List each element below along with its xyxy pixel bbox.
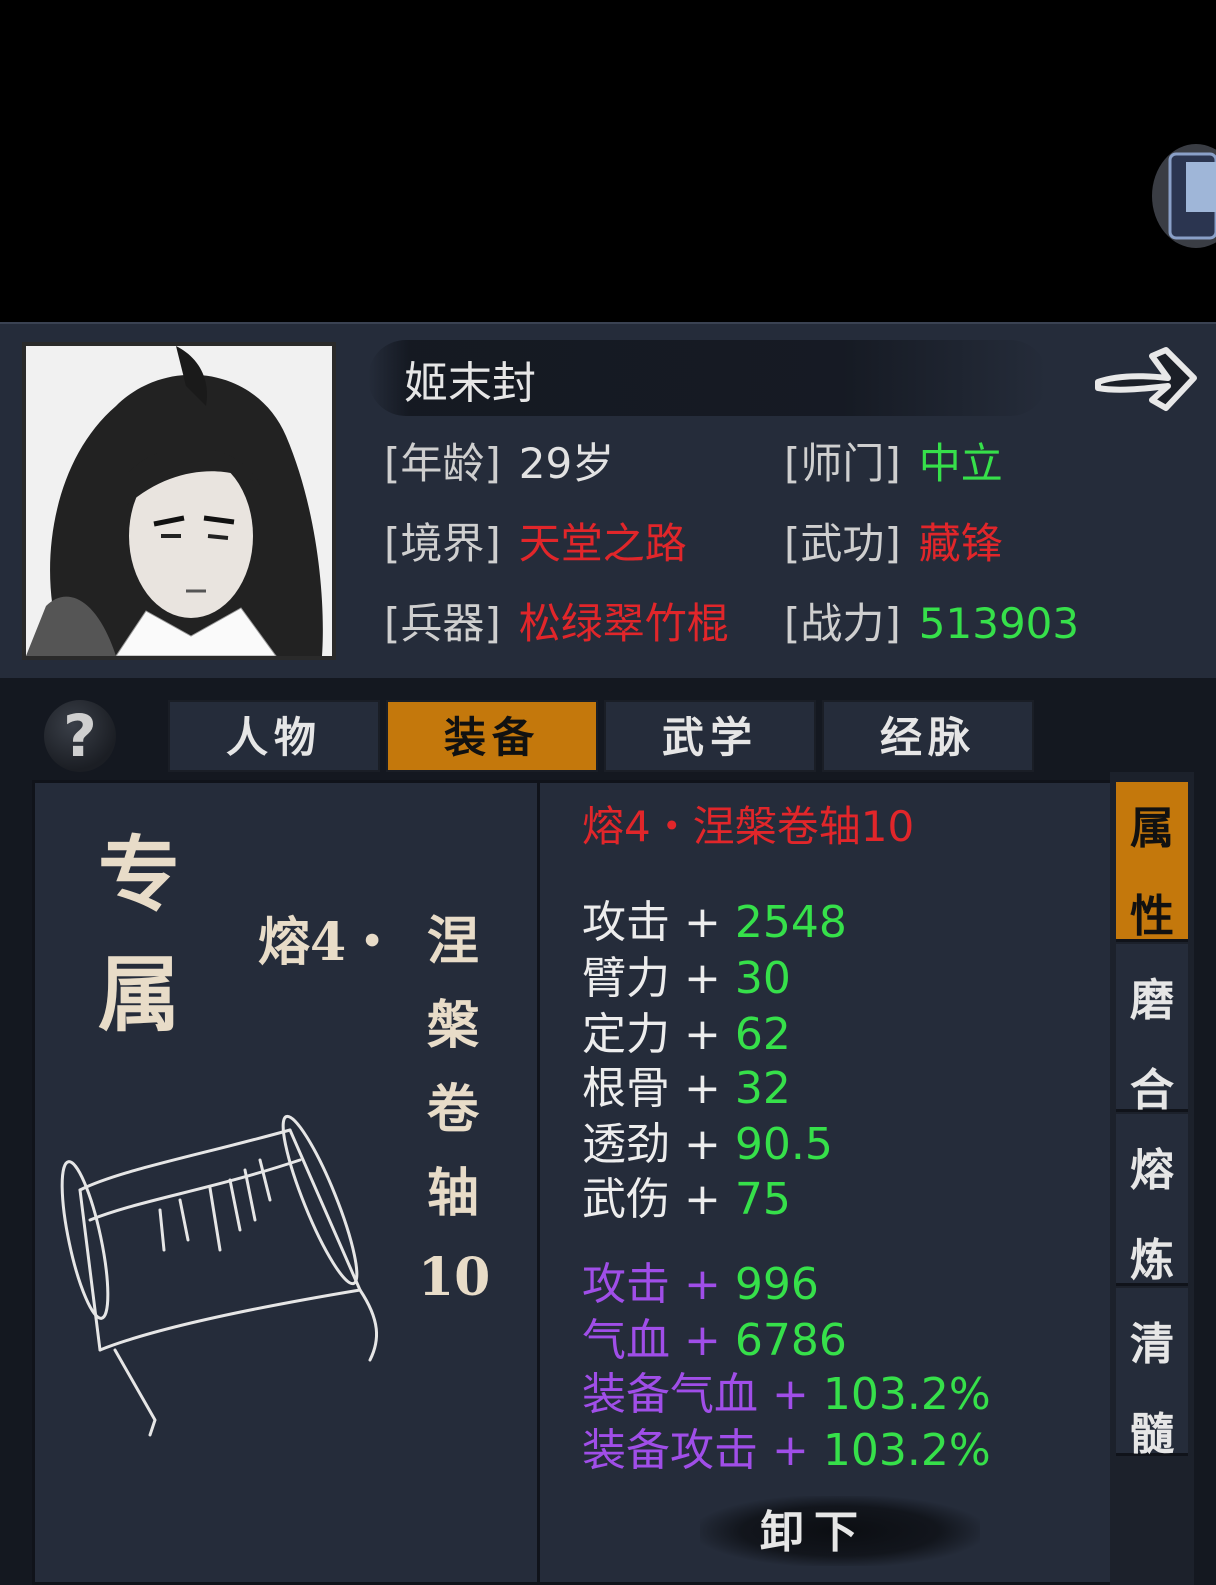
info-row-martial-art: [武功] 藏锋 <box>784 510 1003 571</box>
exclusive-label: 专 属 <box>98 815 198 1055</box>
scroll-icon <box>60 1114 379 1437</box>
side-tab-char: 属 <box>1130 803 1174 854</box>
bonus-stat-row: 装备气血 + 103.2% <box>582 1358 991 1422</box>
sect-label: [师门] <box>784 439 901 488</box>
item-title: 熔4・涅槃卷轴10 <box>582 802 915 851</box>
realm-label: [境界] <box>384 519 501 568</box>
item-name-char: 轴 <box>426 1163 479 1224</box>
stat-plus: + <box>684 1063 721 1114</box>
weapon-value: 松绿翠竹棍 <box>518 599 729 648</box>
bonus-stat-name: 装备攻击 <box>582 1425 758 1476</box>
bonus-stat-value: 103.2% <box>822 1369 991 1420</box>
martial-art-value: 藏锋 <box>918 519 1003 568</box>
stat-plus: + <box>684 953 721 1004</box>
stat-plus: + <box>684 1174 721 1225</box>
stat-value: 30 <box>734 953 791 1004</box>
item-name-char: 槃 <box>426 995 479 1056</box>
exclusive-char-1: 专 <box>98 827 181 923</box>
info-row-age: [年龄] 29岁 <box>384 430 614 491</box>
bonus-stat-value: 103.2% <box>822 1425 991 1476</box>
stat-plus: + <box>684 897 721 948</box>
tab-martial-arts[interactable]: 武学 <box>604 700 816 772</box>
unequip-button[interactable]: 卸下 <box>760 1496 868 1560</box>
stat-value: 2548 <box>734 897 847 948</box>
power-label: [战力] <box>784 599 901 648</box>
info-row-power: [战力] 513903 <box>784 590 1079 651</box>
bonus-stat-plus: + <box>772 1369 809 1420</box>
info-row-realm: [境界] 天堂之路 <box>384 510 687 571</box>
bonus-stat-name: 攻击 <box>582 1259 670 1310</box>
item-name-char: 卷 <box>426 1079 479 1140</box>
stat-name: 攻击 <box>582 897 670 948</box>
info-row-sect: [师门] 中立 <box>784 430 1003 491</box>
age-value: 29岁 <box>518 439 615 488</box>
item-name-vertical: 涅 槃 卷 轴 10 <box>418 900 491 1320</box>
stat-name: 臂力 <box>582 953 670 1004</box>
stat-row: 臂力 + 30 <box>582 942 791 1006</box>
side-tab-char: 髓 <box>1130 1409 1174 1460</box>
realm-value: 天堂之路 <box>518 519 687 568</box>
side-tab-smelt[interactable]: 熔 炼 <box>1116 1114 1188 1286</box>
stat-value: 75 <box>734 1174 791 1225</box>
stat-value: 32 <box>734 1063 791 1114</box>
item-name-prefix: 熔4・ <box>258 912 399 973</box>
book-icon[interactable] <box>1150 140 1216 252</box>
item-name-char: 涅 <box>426 911 479 972</box>
age-label: [年龄] <box>384 439 501 488</box>
side-tab-char: 熔 <box>1130 1145 1174 1196</box>
info-row-weapon: [兵器] 松绿翠竹棍 <box>384 590 729 651</box>
stat-row: 根骨 + 32 <box>582 1052 791 1116</box>
side-tab-char: 性 <box>1130 891 1174 942</box>
sect-value: 中立 <box>918 439 1003 488</box>
side-tab-char: 合 <box>1130 1065 1174 1116</box>
weapon-label: [兵器] <box>384 599 501 648</box>
stat-name: 武伤 <box>582 1174 670 1225</box>
character-portrait <box>22 342 336 660</box>
bonus-stat-plus: + <box>772 1425 809 1476</box>
next-arrow-icon[interactable] <box>1090 338 1200 418</box>
side-tab-char: 磨 <box>1130 975 1174 1026</box>
bonus-stat-plus: + <box>684 1259 721 1310</box>
stat-name: 根骨 <box>582 1063 670 1114</box>
side-tab-char: 炼 <box>1130 1235 1174 1286</box>
tab-equipment[interactable]: 装备 <box>386 700 598 772</box>
character-name: 姬末封 <box>404 358 536 409</box>
item-name-char: 10 <box>418 1247 491 1308</box>
martial-art-label: [武功] <box>784 519 901 568</box>
bonus-stat-row: 攻击 + 996 <box>582 1248 819 1312</box>
side-tab-attributes[interactable]: 属 性 <box>1116 782 1188 942</box>
side-tab-refine[interactable]: 清 髓 <box>1116 1288 1188 1460</box>
side-tab-polish[interactable]: 磨 合 <box>1116 944 1188 1116</box>
tab-meridians[interactable]: 经脉 <box>822 700 1034 772</box>
stat-row: 武伤 + 75 <box>582 1163 791 1227</box>
stat-row: 攻击 + 2548 <box>582 886 847 950</box>
top-blank-area <box>0 0 1216 322</box>
bonus-stat-row: 装备攻击 + 103.2% <box>582 1414 991 1478</box>
side-tab-char: 清 <box>1130 1319 1174 1370</box>
bonus-stat-name: 装备气血 <box>582 1369 758 1420</box>
power-value: 513903 <box>918 599 1080 648</box>
bonus-stat-value: 996 <box>734 1259 819 1310</box>
tab-character[interactable]: 人物 <box>168 700 380 772</box>
help-button[interactable]: ? <box>44 700 116 772</box>
exclusive-char-2: 属 <box>98 947 181 1043</box>
